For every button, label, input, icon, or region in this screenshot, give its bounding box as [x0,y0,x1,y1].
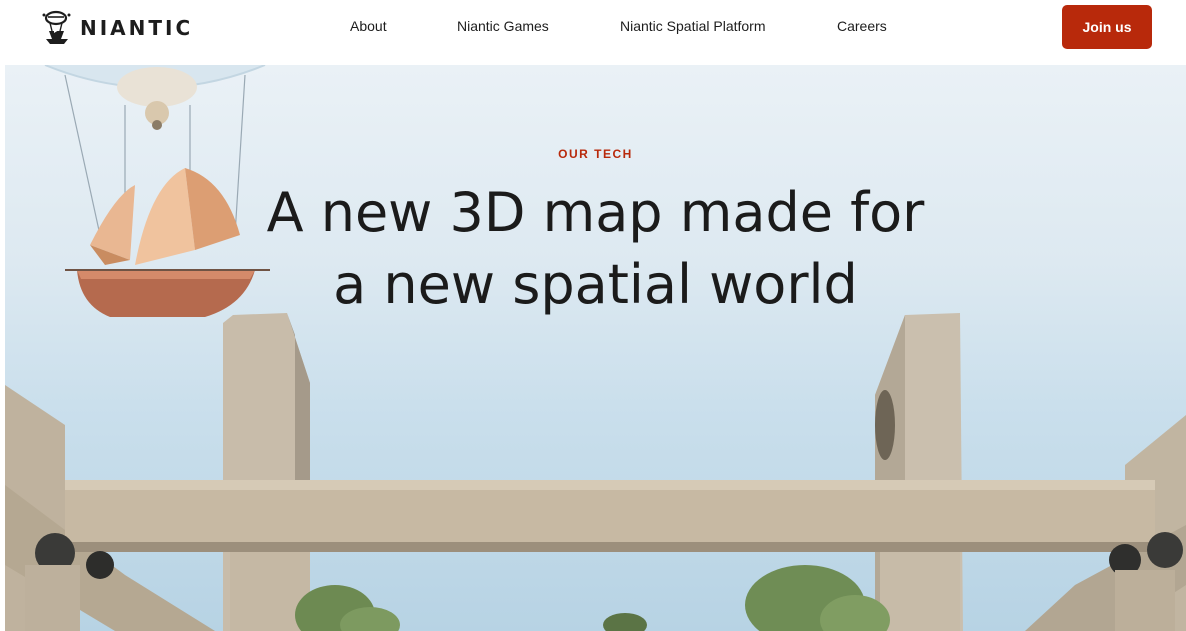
join-us-button[interactable]: Join us [1062,5,1152,49]
niantic-logo[interactable]: NIANTIC [40,8,193,48]
niantic-airship-logo-icon [42,10,71,44]
nav-link-spatial-platform[interactable]: Niantic Spatial Platform [620,18,766,34]
concrete-structure [5,313,1186,631]
nav-link-about[interactable]: About [350,18,387,34]
tree-foliage [295,565,890,631]
logo-wordmark: NIANTIC [80,16,194,40]
hero-headline-line-2: a new spatial world [333,253,858,316]
hero-section: OUR TECH A new 3D map made for a new spa… [5,65,1186,631]
hero-headline-line-1: A new 3D map made for [266,181,925,244]
hero-headline: A new 3D map made for a new spatial worl… [5,177,1186,321]
nav-link-careers[interactable]: Careers [837,18,887,34]
nav-link-niantic-games[interactable]: Niantic Games [457,18,549,34]
site-header: NIANTIC About Niantic Games Niantic Spat… [0,0,1186,62]
hero-eyebrow: OUR TECH [558,147,633,161]
